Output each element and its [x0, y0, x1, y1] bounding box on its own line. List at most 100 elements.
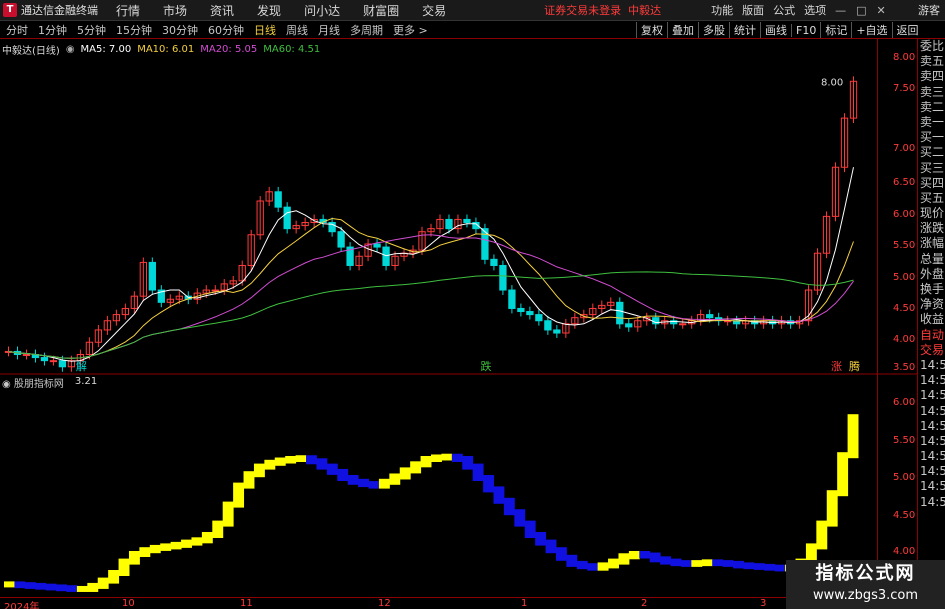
- candle-body: [49, 360, 58, 363]
- indicator-segment: [326, 463, 338, 475]
- quote-field: 涨跌: [920, 221, 945, 236]
- candle-body: [706, 314, 714, 319]
- indicator-segment: [545, 539, 557, 554]
- candle-body: [544, 320, 552, 331]
- indicator-segment: [191, 537, 203, 546]
- indicator-segment: [472, 463, 484, 481]
- indicator-segment: [368, 481, 380, 489]
- quote-field: 14:56: [920, 403, 945, 418]
- indicator-segment: [483, 475, 494, 493]
- quote-field: 卖五: [920, 54, 945, 69]
- indicator-segment: [118, 558, 130, 576]
- settings-dot-icon[interactable]: ◉: [66, 44, 75, 55]
- quote-field: 交易: [920, 342, 945, 357]
- indicator-segment: [108, 570, 120, 584]
- y-tick: 5.50: [893, 435, 916, 446]
- candle-body: [382, 246, 390, 266]
- indicator-segment: [764, 563, 776, 571]
- indicator-segment: [139, 547, 151, 557]
- quote-field: 卖二: [920, 99, 945, 114]
- tag-die: 跌: [480, 359, 491, 373]
- indicator-segment: [847, 414, 859, 459]
- quote-field: 涨幅: [920, 236, 945, 251]
- indicator-segment: [358, 478, 370, 488]
- y-tick: 4.50: [893, 510, 916, 521]
- x-tick: 2024年: [4, 602, 40, 609]
- indicator-segment: [660, 556, 672, 565]
- x-tick: 2: [641, 598, 648, 609]
- indicator-segment: [14, 581, 26, 589]
- x-tick: 12: [378, 598, 391, 609]
- indicator-segment: [87, 582, 99, 592]
- candle-body: [499, 264, 507, 291]
- ma10-label: MA10: 6.01: [137, 44, 195, 55]
- ma5-label: MA5: 7.00: [80, 44, 132, 55]
- indicator-segment: [680, 560, 692, 567]
- indicator-segment: [826, 490, 838, 527]
- ma60-line: [8, 271, 854, 359]
- y-tick: 5.00: [893, 472, 916, 483]
- y-tick: 8.00: [893, 52, 916, 63]
- indicator-settings-icon[interactable]: ◉: [2, 379, 11, 390]
- indicator-segment: [295, 455, 307, 462]
- indicator-segment: [618, 553, 630, 565]
- kline-chart[interactable]: 8.00 3.21 解 跌 涨腾: [0, 0, 945, 609]
- candle-body: [526, 311, 534, 316]
- stock-title: 中毅达(日线): [2, 46, 60, 57]
- candle-body: [58, 360, 67, 368]
- y-tick: 6.00: [893, 397, 916, 408]
- indicator-segment: [420, 456, 432, 468]
- quote-field: 外盘: [920, 266, 945, 281]
- tag-jie: 解: [76, 359, 87, 373]
- candle-body: [535, 314, 543, 322]
- app-window: { "menubar":{"app_title":"通达信金融终端","menu…: [0, 0, 945, 609]
- indicator-segment: [149, 544, 161, 554]
- candle-body: [553, 329, 561, 334]
- indicator-segment: [24, 582, 36, 589]
- quote-field: 14:56: [920, 449, 945, 464]
- quote-field: 卖三: [920, 84, 945, 99]
- indicator-segment: [774, 564, 786, 572]
- indicator-segment: [274, 457, 286, 466]
- indicator-segment: [722, 560, 734, 567]
- watermark-title: 指标公式网: [815, 563, 916, 584]
- indicator-segment: [493, 486, 505, 504]
- ma20-label: MA20: 5.05: [200, 44, 258, 55]
- indicator-segment: [576, 560, 588, 570]
- indicator-legend: ◉ 股朋指标网: [2, 375, 64, 390]
- indicator-segment: [128, 551, 140, 565]
- watermark-url: www.zbgs3.com: [812, 588, 919, 603]
- quote-field: 委比: [920, 39, 945, 53]
- quote-field: 14:56: [920, 388, 945, 403]
- indicator-segment: [201, 532, 213, 544]
- candle-body: [337, 231, 345, 248]
- quote-field: 14:56: [920, 479, 945, 494]
- indicator-segment: [743, 562, 755, 570]
- indicator-segment: [97, 577, 109, 589]
- ma60-label: MA60: 4.51: [263, 44, 321, 55]
- low-price-label: 3.21: [75, 376, 97, 387]
- candle-body: [283, 206, 291, 230]
- indicator-segment: [462, 456, 474, 470]
- x-tick: 3: [760, 598, 767, 609]
- indicator-segment: [639, 551, 651, 559]
- indicator-segment: [181, 539, 192, 548]
- tag-zhang: 涨: [831, 360, 842, 373]
- ma5-line: [8, 167, 854, 362]
- indicator-segment: [608, 558, 619, 569]
- indicator-segment: [410, 461, 422, 474]
- indicator-segment: [816, 520, 828, 550]
- y-tick: 6.00: [893, 209, 916, 220]
- watermark: 指标公式网 www.zbgs3.com: [786, 560, 945, 609]
- y-tick: 5.00: [893, 272, 916, 283]
- quote-field: 14:56: [920, 494, 945, 509]
- indicator-segment: [160, 543, 172, 551]
- candle-body: [40, 357, 49, 362]
- x-tick: 1: [521, 598, 528, 609]
- y-tick: 4.00: [893, 334, 916, 345]
- candle-body: [508, 289, 516, 309]
- indicator-segment: [316, 458, 328, 470]
- quote-field: 买五: [920, 190, 945, 205]
- quote-field: 现价: [920, 206, 945, 221]
- indicator-segment: [399, 467, 411, 480]
